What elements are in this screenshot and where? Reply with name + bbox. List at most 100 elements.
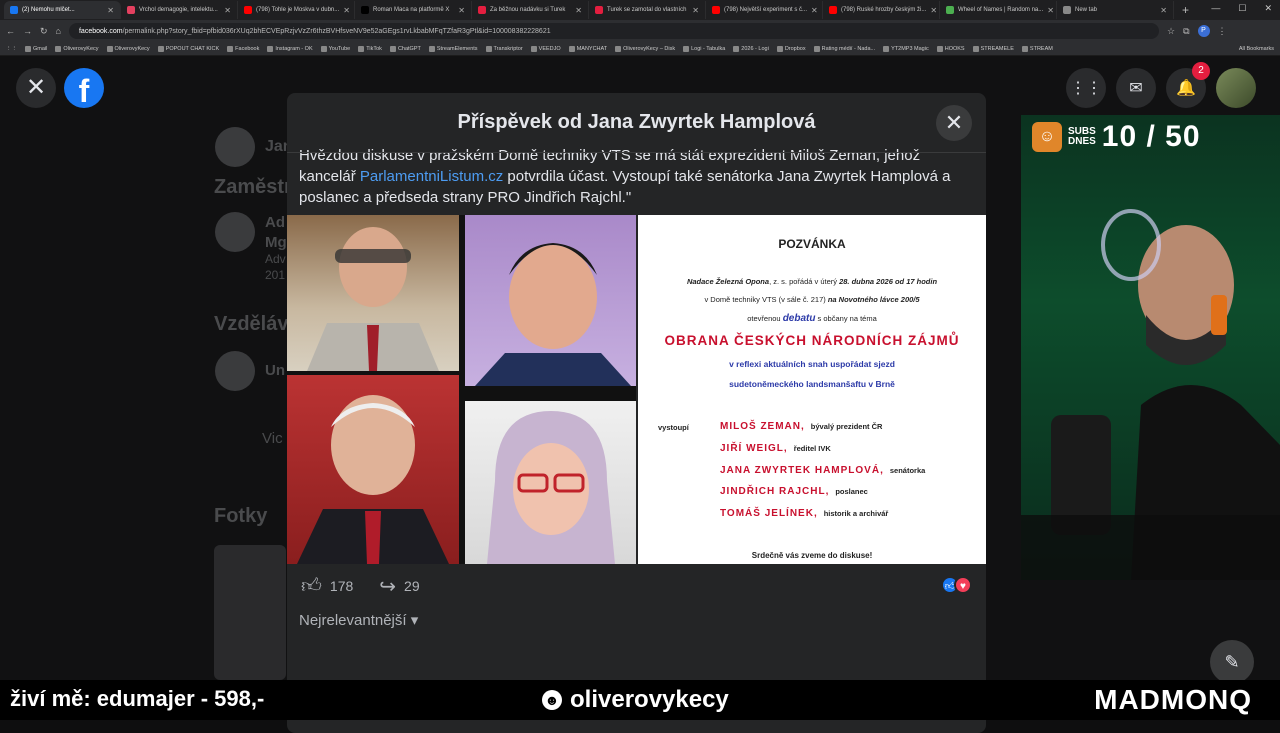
tab-close-icon[interactable]: ✕ (692, 6, 699, 15)
browser-tab[interactable]: Vrchol demagogie, intelektu... ✕ (121, 1, 238, 19)
profile-icon[interactable]: P (1197, 25, 1210, 37)
bookmark-icon (1021, 45, 1028, 52)
browser-tab[interactable]: (2) Nemohu mlčet... ✕ (4, 1, 121, 19)
star-icon[interactable]: ☆ (1167, 26, 1175, 37)
browser-tab[interactable]: Turek se zamotal do vlastních ✕ (589, 1, 706, 19)
bookmark-item[interactable]: STREAMELE (972, 45, 1014, 52)
bookmark-item[interactable]: HOOKS (936, 45, 965, 52)
speaker-name: TOMÁŠ JELÍNEK (720, 508, 814, 519)
bookmark-icon (530, 45, 537, 52)
invitation-title: POZVÁNKA (778, 237, 846, 251)
photo-man-1 (287, 215, 459, 371)
bookmark-item[interactable]: OliverovyKecy (106, 45, 150, 52)
extensions-icon[interactable]: ⧉ (1183, 26, 1189, 37)
bookmark-item[interactable]: OliverovyKecy (55, 45, 99, 52)
minimize-icon[interactable]: — (1211, 3, 1220, 14)
edit-icon[interactable]: ✎ (1210, 640, 1254, 684)
bookmark-item[interactable]: 2026 - Logi (733, 45, 769, 52)
bookmark-item[interactable]: Transkriptor (485, 45, 523, 52)
tab-label: New tab (1075, 7, 1098, 13)
inv-text: debatu (782, 313, 816, 324)
modal-close-button[interactable]: ✕ (936, 105, 972, 141)
speaker-role: historik a archivář (823, 509, 889, 518)
tab-close-icon[interactable]: ✕ (811, 6, 818, 15)
tab-close-icon[interactable]: ✕ (224, 6, 231, 15)
browser-tab[interactable]: (798) Ruské hrozby českým ži... ✕ (823, 1, 940, 19)
bookmark-label: StreamElements (436, 45, 478, 52)
bookmark-icon (683, 45, 690, 52)
account-avatar[interactable] (1216, 68, 1256, 108)
all-bookmarks-button[interactable]: All Bookmarks (1239, 46, 1274, 52)
tab-favicon-icon (712, 6, 720, 14)
like-button[interactable]: 👍︎ 178 (301, 574, 353, 598)
maximize-icon[interactable]: ☐ (1238, 3, 1246, 14)
browser-tab[interactable]: (798) Tohle je Moskva v dubn... ✕ (238, 1, 355, 19)
bookmark-item[interactable]: POPOUT CHAT KICK (157, 45, 219, 52)
speaker-role: poslanec (835, 487, 868, 496)
bookmark-icon (389, 45, 396, 52)
tab-close-icon[interactable]: ✕ (575, 6, 582, 15)
speaker: JINDŘICH RAJCHL, poslanec (720, 486, 868, 497)
bg-photo (214, 545, 286, 680)
reload-icon[interactable]: ↻ (40, 26, 48, 37)
url-input[interactable]: facebook.com/permalink.php?story_fbid=pf… (68, 23, 1159, 39)
bookmark-item[interactable]: Logi - Tabulka (683, 45, 725, 52)
tab-favicon-icon (829, 6, 837, 14)
tab-close-icon[interactable]: ✕ (1160, 6, 1167, 15)
bookmark-item[interactable]: YouTube (320, 45, 350, 52)
menu-grid-icon[interactable]: ⋮⋮ (1066, 68, 1106, 108)
bookmark-item[interactable]: STREAM (1021, 45, 1053, 52)
bookmark-item[interactable]: StreamElements (428, 45, 478, 52)
inv-text: otevřenou (747, 314, 783, 323)
bookmark-label: ChatGPT (397, 45, 421, 52)
tab-close-icon[interactable]: ✕ (458, 6, 465, 15)
share-button[interactable]: ↪ 29 (379, 574, 419, 599)
bookmark-item[interactable]: Facebook (227, 45, 259, 52)
bookmark-item[interactable]: Rating médií - Nada... (813, 45, 875, 52)
bookmark-item[interactable]: TikTok (358, 45, 382, 52)
tab-label: (798) Tohle je Moskva v dubn... (256, 7, 340, 13)
bookmark-item[interactable]: Gmail (25, 45, 47, 52)
comment-sort-dropdown[interactable]: Nejrelevantnější ▾ (299, 611, 418, 629)
close-viewer-button[interactable]: ✕ (16, 68, 56, 108)
back-icon[interactable]: ← (6, 26, 15, 36)
post-link[interactable]: ParlamentniListum.cz (360, 168, 503, 185)
new-tab-icon[interactable]: + (1174, 3, 1197, 17)
photo-collage[interactable] (287, 215, 636, 564)
subs-labels: SUBS DNES (1068, 127, 1096, 147)
tab-close-icon[interactable]: ✕ (1047, 6, 1054, 15)
apps-icon[interactable]: ⋮⋮ (6, 46, 17, 52)
invitation-image[interactable]: POZVÁNKA Nadace Železná Opona, z. s. poř… (638, 215, 986, 564)
tab-close-icon[interactable]: ✕ (343, 6, 350, 15)
home-icon[interactable]: ⌂ (56, 26, 61, 36)
notifications-icon[interactable]: 🔔 2 (1166, 62, 1210, 108)
bookmark-item[interactable]: ChatGPT (389, 45, 421, 52)
forward-icon[interactable]: → (23, 26, 32, 36)
subs-label: DNES (1068, 136, 1096, 147)
browser-tab[interactable]: New tab ✕ (1057, 1, 1174, 19)
menu-icon[interactable]: ⋮ (1218, 26, 1227, 37)
bookmarks-bar: ⋮⋮ Gmail OliverovyKecy OliverovyKecy POPOUT … (0, 42, 1280, 56)
browser-tab[interactable]: Za běžnou nadávku si Turek ✕ (472, 1, 589, 19)
bookmark-item[interactable]: YT2MP3 Magic (883, 45, 929, 52)
browser-tab[interactable]: Wheel of Names | Random na... ✕ (940, 1, 1057, 19)
bookmark-label: OliverovyKecy – Disk (623, 45, 676, 52)
bookmark-item[interactable]: MANYCHAT (568, 45, 607, 52)
tab-close-icon[interactable]: ✕ (107, 6, 114, 15)
inv-text: , z. s. pořádá v úterý (769, 277, 840, 286)
messenger-icon[interactable]: ✉ (1116, 68, 1156, 108)
bookmark-item[interactable]: OliverovyKecy – Disk (615, 45, 676, 52)
tab-label: Wheel of Names | Random na... (958, 7, 1044, 13)
url-host: facebook.com (78, 27, 123, 35)
window-close-icon[interactable]: ✕ (1264, 3, 1272, 14)
bookmark-item[interactable]: VEEDJO (530, 45, 561, 52)
bookmark-icon (615, 45, 622, 52)
tab-label: Vrchol demagogie, intelektu... (139, 7, 218, 13)
facebook-logo-icon[interactable]: f (64, 68, 104, 109)
browser-tab[interactable]: Roman Maca na platformě X ✕ (355, 1, 472, 19)
browser-tab[interactable]: (798) Největší experiment s č... ✕ (706, 1, 823, 19)
bookmark-item[interactable]: Dropbox (776, 45, 806, 52)
bookmark-item[interactable]: Instagram - OK (267, 45, 313, 52)
reaction-summary[interactable]: 👍︎ ♥ (941, 576, 972, 594)
tab-close-icon[interactable]: ✕ (930, 6, 937, 15)
